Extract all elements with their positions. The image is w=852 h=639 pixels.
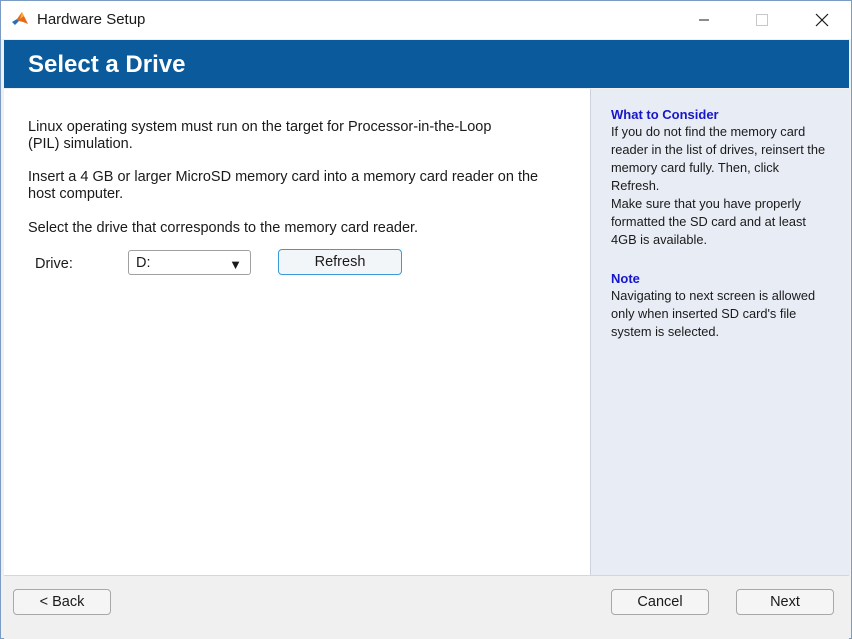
consider-line: formatted the SD card and at least [611,214,806,229]
consider-line: Make sure that you have properly [611,196,801,211]
what-to-consider-text: If you do not find the memory card reade… [611,123,843,249]
window-title: Hardware Setup [37,11,146,28]
consider-line: If you do not find the memory card [611,124,806,139]
close-icon [815,13,829,27]
cancel-button[interactable]: Cancel [611,589,709,615]
refresh-button[interactable]: Refresh [278,249,402,275]
pil-requirement-line: (PIL) simulation. [28,136,133,152]
back-button[interactable]: < Back [13,589,111,615]
dropdown-arrow-icon: ▼ [229,257,242,272]
minimize-icon [699,19,709,21]
footer-bar: < Back Cancel Next [4,575,849,639]
pil-requirement-text: Linux operating system must run on the t… [28,119,528,153]
pil-requirement-line: Linux operating system must run on the t… [28,119,492,135]
hardware-setup-window: Hardware Setup Select a Drive Linux oper… [0,0,852,639]
insert-card-line: Insert a 4 GB or larger MicroSD memory c… [28,169,539,185]
note-heading: Note [611,271,640,286]
consider-line: reader in the list of drives, reinsert t… [611,142,826,157]
insert-card-line: host computer. [28,186,124,202]
consider-line: memory card fully. Then, click [611,160,780,175]
maximize-button[interactable] [733,1,791,39]
help-panel: What to Consider If you do not find the … [590,89,850,575]
consider-line: 4GB is available. [611,232,708,247]
page-banner: Select a Drive [4,40,849,88]
note-text: Navigating to next screen is allowed onl… [611,287,843,341]
note-line: only when inserted SD card's file [611,306,797,321]
drive-selected-value: D: [136,255,151,271]
select-drive-instruction: Select the drive that corresponds to the… [28,220,419,236]
page-title: Select a Drive [28,51,186,78]
note-line: system is selected. [611,324,720,339]
close-button[interactable] [793,1,851,39]
consider-line: Refresh. [611,178,660,193]
what-to-consider-heading: What to Consider [611,107,719,122]
maximize-icon [756,14,768,26]
note-line: Navigating to next screen is allowed [611,288,816,303]
drive-dropdown[interactable]: D: ▼ [128,250,251,275]
minimize-button[interactable] [675,1,733,39]
insert-card-text: Insert a 4 GB or larger MicroSD memory c… [28,169,568,203]
main-content: Linux operating system must run on the t… [4,89,590,575]
next-button[interactable]: Next [736,589,834,615]
drive-label: Drive: [35,256,73,272]
title-bar: Hardware Setup [1,1,851,39]
matlab-logo-icon [11,10,29,28]
